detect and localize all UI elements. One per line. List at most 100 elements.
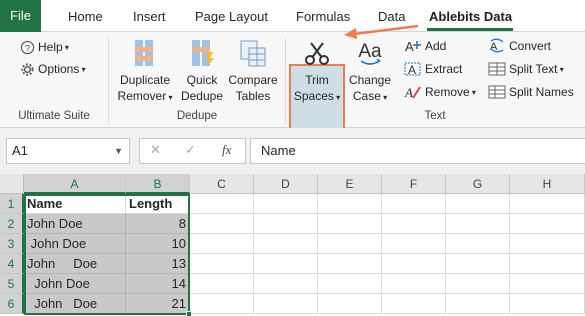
column-header-b[interactable]: B <box>126 174 190 194</box>
row-header-5[interactable]: 5 <box>0 274 24 294</box>
cell-a2[interactable]: John Doe <box>24 214 126 234</box>
cell-e6[interactable] <box>318 294 382 314</box>
cell-e3[interactable] <box>318 234 382 254</box>
cell-a6[interactable]: John Doe <box>24 294 126 314</box>
help-button[interactable]: ? Help ▾ <box>20 37 69 57</box>
cell-h1[interactable] <box>510 194 585 214</box>
cell-d4[interactable] <box>254 254 318 274</box>
cell-a3[interactable]: John Doe <box>24 234 126 254</box>
cell-b2[interactable]: 8 <box>126 214 190 234</box>
row-header-2[interactable]: 2 <box>0 214 24 234</box>
cell-c2[interactable] <box>190 214 254 234</box>
column-header-c[interactable]: C <box>190 174 254 194</box>
cell-f5[interactable] <box>382 274 446 294</box>
cell-a5[interactable]: John Doe <box>24 274 126 294</box>
quick-dedupe-button[interactable]: Quick Dedupe <box>178 36 226 104</box>
row-header-4[interactable]: 4 <box>0 254 24 274</box>
options-button[interactable]: Options ▾ <box>20 59 86 79</box>
column-header-e[interactable]: E <box>318 174 382 194</box>
column-header-a[interactable]: A <box>24 174 126 194</box>
cell-c4[interactable] <box>190 254 254 274</box>
cell-d6[interactable] <box>254 294 318 314</box>
cancel-icon[interactable]: ✕ <box>150 142 161 158</box>
column-header-g[interactable]: G <box>446 174 510 194</box>
duplicate-remover-button[interactable]: Duplicate Remover ▾ <box>114 36 176 106</box>
cell-e5[interactable] <box>318 274 382 294</box>
tab-insert[interactable]: Insert <box>133 0 166 32</box>
tab-page-layout[interactable]: Page Layout <box>195 0 268 32</box>
name-box[interactable]: A1 ▼ <box>6 138 130 164</box>
cell-e4[interactable] <box>318 254 382 274</box>
cell-h2[interactable] <box>510 214 585 234</box>
cell-a4[interactable]: John Doe <box>24 254 126 274</box>
cell-c3[interactable] <box>190 234 254 254</box>
cell-f1[interactable] <box>382 194 446 214</box>
cell-d1[interactable] <box>254 194 318 214</box>
cell-e2[interactable] <box>318 214 382 234</box>
cell-d2[interactable] <box>254 214 318 234</box>
cell-g4[interactable] <box>446 254 510 274</box>
duplicate-remover-icon <box>135 40 153 66</box>
trim-spaces-button[interactable]: Trim Spaces ▾ <box>291 38 343 106</box>
column-header-h[interactable]: H <box>510 174 585 194</box>
group-separator <box>285 38 286 124</box>
tab-home[interactable]: Home <box>68 0 103 32</box>
cell-g1[interactable] <box>446 194 510 214</box>
change-case-label-2: Case <box>352 89 381 103</box>
split-text-button[interactable]: Split Text ▾ <box>488 59 564 79</box>
cell-h5[interactable] <box>510 274 585 294</box>
fill-handle[interactable] <box>186 311 192 316</box>
worksheet-grid: A B C D E F G H 1 Name Length 2 John Doe 8 3 John Doe 1… <box>0 174 585 316</box>
cell-b5[interactable]: 14 <box>126 274 190 294</box>
row-header-3[interactable]: 3 <box>0 234 24 254</box>
cell-f3[interactable] <box>382 234 446 254</box>
cell-c1[interactable] <box>190 194 254 214</box>
cell-e1[interactable] <box>318 194 382 214</box>
compare-tables-button[interactable]: Compare Tables <box>227 36 279 104</box>
cell-f2[interactable] <box>382 214 446 234</box>
tab-file[interactable]: File <box>0 0 41 32</box>
column-header-d[interactable]: D <box>254 174 318 194</box>
chevron-down-icon[interactable]: ▼ <box>114 139 123 163</box>
select-all-corner[interactable] <box>0 174 24 194</box>
cell-h3[interactable] <box>510 234 585 254</box>
cell-h4[interactable] <box>510 254 585 274</box>
cell-d3[interactable] <box>254 234 318 254</box>
cell-b4[interactable]: 13 <box>126 254 190 274</box>
insert-function-icon[interactable]: fx <box>222 142 231 158</box>
cell-f6[interactable] <box>382 294 446 314</box>
cell-b6[interactable]: 21 <box>126 294 190 314</box>
cell-g5[interactable] <box>446 274 510 294</box>
trim-spaces-label-1: Trim <box>305 73 329 87</box>
ribbon-tab-bar: File Home Insert Page Layout Formulas Da… <box>0 0 585 32</box>
cell-g6[interactable] <box>446 294 510 314</box>
cell-f4[interactable] <box>382 254 446 274</box>
extract-button[interactable]: A Extract <box>404 59 462 79</box>
cell-g3[interactable] <box>446 234 510 254</box>
column-header-f[interactable]: F <box>382 174 446 194</box>
remove-button[interactable]: A Remove ▾ <box>404 82 476 102</box>
group-label-text: Text <box>424 110 446 122</box>
gear-icon <box>21 62 34 76</box>
cell-d5[interactable] <box>254 274 318 294</box>
row-header-6[interactable]: 6 <box>0 294 24 314</box>
duplicate-remover-label-2: Remover <box>117 89 167 103</box>
row-header-1[interactable]: 1 <box>0 194 24 214</box>
svg-text:Aa: Aa <box>358 41 382 62</box>
cell-b1[interactable]: Length <box>126 194 190 214</box>
cell-b3[interactable]: 10 <box>126 234 190 254</box>
cell-c6[interactable] <box>190 294 254 314</box>
formula-input[interactable]: Name <box>250 138 585 164</box>
cell-g2[interactable] <box>446 214 510 234</box>
group-label-ultimate-suite: Ultimate Suite <box>18 110 90 122</box>
quick-dedupe-label-2: Dedupe <box>180 89 224 103</box>
active-tab-indicator <box>427 28 513 31</box>
cell-h6[interactable] <box>510 294 585 314</box>
change-case-button[interactable]: Aa Change Case ▾ <box>346 36 394 106</box>
enter-icon[interactable]: ✓ <box>185 142 196 158</box>
split-names-button[interactable]: Split Names <box>488 82 574 102</box>
convert-button[interactable]: A Convert <box>488 36 551 56</box>
scissors-icon <box>305 42 329 65</box>
cell-c5[interactable] <box>190 274 254 294</box>
cell-a1[interactable]: Name <box>24 194 126 214</box>
